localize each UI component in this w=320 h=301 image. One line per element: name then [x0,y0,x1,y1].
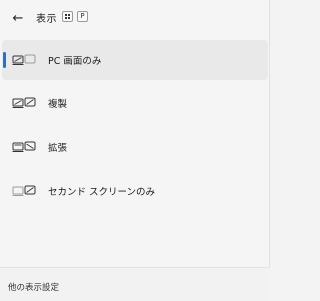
option-label: PC 画面のみ [48,56,102,67]
windows-key-icon [62,11,73,22]
arrow-left-icon: ← [12,10,24,26]
second-screen-only-icon [12,185,36,196]
option-label: 複製 [48,99,68,110]
pc-screen-only-icon [12,54,36,65]
panel-title: 表示 [36,14,57,25]
selection-indicator [3,52,6,68]
duplicate-icon [12,97,36,108]
option-pc-screen-only[interactable]: PC 画面のみ [2,40,268,80]
extend-icon [12,141,36,152]
panel-header: ← 表示 P [0,0,270,36]
more-display-settings-link[interactable]: 他の表示設定 [8,281,59,293]
panel-footer: 他の表示設定 [0,267,270,301]
back-button[interactable]: ← [8,8,28,28]
project-display-panel: ← 表示 P PC 画面のみ 複製 拡張 セカンド スクリーンのみ 他の表示設定 [0,0,270,301]
option-extend[interactable]: 拡張 [2,127,268,167]
option-duplicate[interactable]: 複製 [2,83,268,123]
option-label: 拡張 [48,143,68,154]
shortcut-key-p: P [77,11,88,22]
option-label: セカンド スクリーンのみ [48,187,156,198]
option-second-screen-only[interactable]: セカンド スクリーンのみ [2,171,268,211]
